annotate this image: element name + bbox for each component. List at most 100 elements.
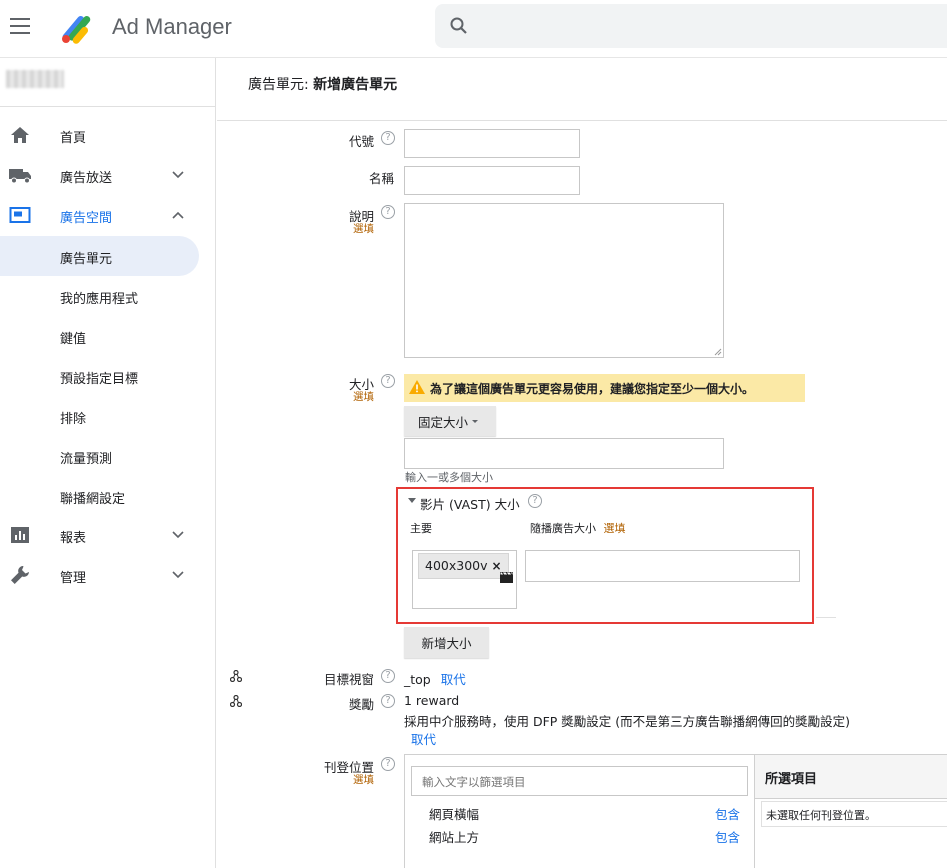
wrench-icon (8, 565, 32, 585)
target-window-label: 目標視窗 (323, 672, 374, 687)
code-input[interactable] (404, 129, 580, 158)
selected-header: 所選項目 (755, 755, 947, 799)
video-clapper-icon (500, 572, 513, 583)
list-item: 網站上方 包含 (405, 824, 754, 846)
target-window-value: _top (404, 672, 431, 687)
collapse-triangle-icon[interactable] (408, 498, 416, 503)
size-chip: 400x300v × (418, 553, 509, 579)
chevron-down-icon[interactable] (170, 528, 186, 542)
optional-tag: 選填 (603, 522, 626, 535)
sidebar: 首頁 廣告放送 廣告空間 廣告單元 我的應用程式 鍵值 預設指定目標 排除 流量… (0, 58, 216, 868)
chevron-down-icon[interactable] (170, 568, 186, 582)
sidebar-item-delivery[interactable]: 廣告放送 (0, 155, 200, 195)
vast-size-section[interactable]: 影片 (VAST) 大小 (420, 494, 520, 513)
title-divider (217, 120, 947, 121)
sidebar-item-label: 排除 (60, 412, 87, 427)
sidebar-item-my-apps[interactable]: 我的應用程式 (0, 276, 200, 316)
sidebar-item-label: 我的應用程式 (60, 292, 139, 307)
home-icon (8, 125, 32, 145)
search-bar[interactable] (435, 4, 947, 48)
help-icon[interactable]: ? (381, 757, 395, 771)
override-link[interactable]: 取代 (441, 672, 466, 687)
size-warning-banner: 為了讓這個廣告單元更容易使用，建議您指定至少一個大小。 (404, 374, 805, 402)
add-size-label: 新增大小 (421, 636, 472, 651)
sidebar-divider (0, 106, 216, 107)
inventory-icon (8, 205, 32, 225)
companion-size-text: 隨播廣告大小 (530, 522, 596, 535)
size-input[interactable] (404, 438, 724, 469)
remove-chip-icon[interactable]: × (492, 559, 502, 573)
warning-text: 為了讓這個廣告單元更容易使用，建議您指定至少一個大小。 (430, 382, 755, 396)
sidebar-item-default-targeting[interactable]: 預設指定目標 (0, 356, 200, 396)
companion-size-label: 隨播廣告大小 選填 (530, 520, 626, 536)
sidebar-item-inventory[interactable]: 廣告空間 (0, 195, 200, 235)
companion-size-input[interactable] (525, 550, 800, 582)
vast-size-title: 影片 (VAST) 大小 (420, 497, 520, 512)
top-bar: Ad Manager (0, 0, 947, 58)
sidebar-item-label: 廣告單元 (60, 252, 113, 267)
account-name-blurred (6, 70, 64, 88)
search-icon[interactable] (449, 16, 469, 36)
size-hint: 輸入一或多個大小 (405, 471, 493, 484)
reward-value: 1 reward (404, 693, 460, 708)
sidebar-item-forecasting[interactable]: 流量預測 (0, 436, 200, 476)
sidebar-item-label: 廣告空間 (60, 211, 113, 226)
placement-selector: 輸入文字以篩選項目 網頁橫幅 包含 網站上方 包含 所選項目 未選取任何刊登位置… (404, 754, 947, 868)
chart-icon (8, 525, 32, 545)
reward-override-link[interactable]: 取代 (411, 729, 436, 748)
include-link[interactable]: 包含 (715, 804, 740, 823)
fixed-size-dropdown[interactable]: 固定大小 (404, 406, 496, 436)
chevron-down-icon[interactable] (170, 168, 186, 182)
sidebar-item-label: 聯播網設定 (60, 492, 126, 507)
sidebar-item-label: 報表 (60, 531, 87, 546)
menu-icon[interactable] (10, 18, 30, 34)
help-icon[interactable]: ? (528, 494, 542, 508)
name-label: 名稱 (368, 171, 394, 186)
resize-handle-icon[interactable] (714, 348, 722, 356)
sidebar-item-label: 鍵值 (60, 332, 87, 347)
sidebar-item-home[interactable]: 首頁 (0, 115, 200, 155)
help-icon[interactable]: ? (381, 694, 395, 708)
list-item: 網頁橫幅 包含 (405, 801, 754, 823)
chevron-up-icon[interactable] (170, 208, 186, 222)
placement-list: 輸入文字以篩選項目 網頁橫幅 包含 網站上方 包含 (405, 755, 754, 868)
help-icon[interactable]: ? (381, 205, 395, 219)
sidebar-item-network-settings[interactable]: 聯播網設定 (0, 476, 200, 516)
page-title: 廣告單元: 新增廣告單元 (248, 74, 397, 94)
warning-icon (409, 380, 425, 394)
optional-tag: 選填 (353, 391, 374, 403)
reward-label: 獎勵 (348, 697, 374, 712)
fixed-size-label: 固定大小 (417, 414, 468, 430)
description-textarea[interactable] (404, 203, 724, 358)
page-title-main: 新增廣告單元 (313, 77, 398, 93)
sidebar-item-admin[interactable]: 管理 (0, 555, 200, 595)
sidebar-item-label: 預設指定目標 (60, 372, 139, 387)
optional-tag: 選填 (353, 774, 374, 786)
help-icon[interactable]: ? (381, 374, 395, 388)
sidebar-item-label: 流量預測 (60, 452, 113, 467)
target-window-value-row: _top 取代 (404, 669, 466, 688)
add-size-button[interactable]: 新增大小 (404, 627, 489, 658)
app-name: Ad Manager (112, 14, 232, 39)
include-link[interactable]: 包含 (715, 827, 740, 846)
sidebar-item-ad-units[interactable]: 廣告單元 (0, 236, 199, 276)
code-label: 代號 (348, 134, 374, 149)
size-chip-label: 400x300v (425, 558, 488, 573)
sidebar-item-exclusions[interactable]: 排除 (0, 396, 200, 436)
sidebar-item-label: 首頁 (60, 131, 87, 146)
placement-name: 網站上方 (429, 830, 480, 845)
divider (816, 617, 836, 618)
caret-down-icon (472, 420, 478, 423)
vast-primary-label: 主要 (410, 522, 432, 535)
placement-filter-input[interactable]: 輸入文字以篩選項目 (411, 766, 748, 796)
help-icon[interactable]: ? (381, 669, 395, 683)
sidebar-item-key-values[interactable]: 鍵值 (0, 316, 200, 356)
name-input[interactable] (404, 166, 580, 195)
placement-name: 網頁橫幅 (429, 807, 480, 822)
help-icon[interactable]: ? (381, 131, 395, 145)
sidebar-item-reports[interactable]: 報表 (0, 515, 200, 555)
selected-placements-panel: 所選項目 未選取任何刊登位置。 (754, 755, 947, 868)
selected-empty-text: 未選取任何刊登位置。 (761, 801, 947, 827)
ad-manager-logo (62, 16, 91, 44)
truck-icon (8, 165, 32, 185)
